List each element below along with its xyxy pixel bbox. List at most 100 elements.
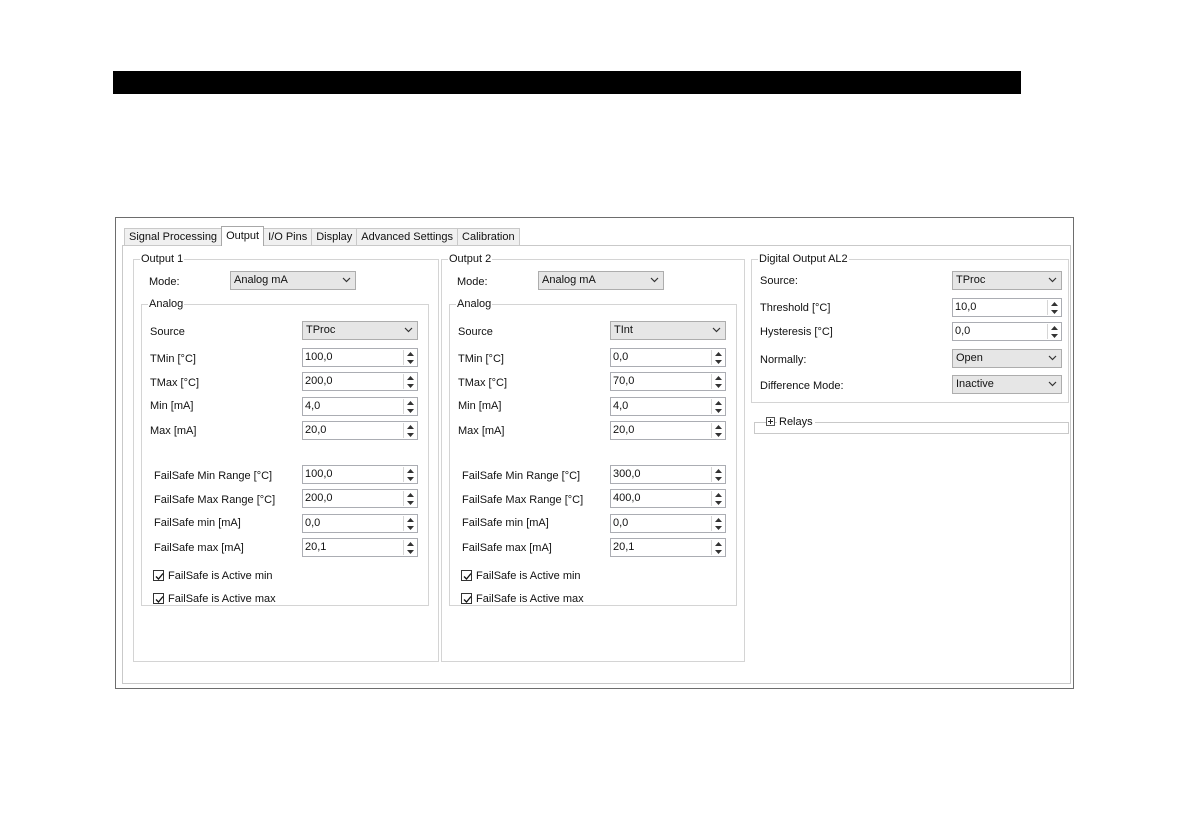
digital-threshold-label: Threshold [°C]	[760, 302, 831, 314]
spin-down-icon[interactable]	[404, 407, 416, 414]
digital-normally-select[interactable]: Open	[952, 349, 1062, 368]
spin-up-icon[interactable]	[712, 491, 724, 498]
spin-up-icon[interactable]	[712, 423, 724, 430]
tab-signal-processing[interactable]: Signal Processing	[124, 228, 223, 246]
output2-mode-value: Analog mA	[542, 274, 596, 286]
spin-up-icon[interactable]	[712, 540, 724, 547]
spin-down-icon[interactable]	[404, 358, 416, 365]
spin-down-icon[interactable]	[404, 524, 416, 531]
output2-mode-select[interactable]: Analog mA	[538, 271, 664, 290]
chevron-down-icon	[342, 277, 351, 283]
tab-io-pins[interactable]: I/O Pins	[263, 228, 313, 246]
spin-down-icon[interactable]	[712, 475, 724, 482]
tab-calibration[interactable]: Calibration	[457, 228, 520, 246]
tab-advanced-settings[interactable]: Advanced Settings	[356, 228, 459, 246]
spin-up-icon[interactable]	[1048, 300, 1060, 307]
output1-fs-active-max-checkbox[interactable]	[153, 593, 164, 604]
digital-diffmode-select[interactable]: Inactive	[952, 375, 1062, 394]
output1-mode-select[interactable]: Analog mA	[230, 271, 356, 290]
spin-down-icon[interactable]	[1048, 332, 1060, 339]
output1-tmax-spinbox[interactable]: 200,0	[302, 372, 418, 391]
output2-tmin-spinbox[interactable]: 0,0	[610, 348, 726, 367]
output2-min-label: Min [mA]	[458, 400, 502, 412]
output1-fs-max-label: FailSafe max [mA]	[154, 542, 244, 554]
spin-up-icon[interactable]	[404, 350, 416, 357]
relays-label[interactable]: Relays	[777, 415, 815, 429]
spin-up-icon[interactable]	[1048, 324, 1060, 331]
tab-display[interactable]: Display	[311, 228, 358, 246]
spin-up-icon[interactable]	[712, 374, 724, 381]
output2-fs-active-min-checkbox[interactable]	[461, 570, 472, 581]
output2-tmax-spinbox[interactable]: 70,0	[610, 372, 726, 391]
output1-mode-value: Analog mA	[234, 274, 288, 286]
spin-up-icon[interactable]	[404, 423, 416, 430]
output1-fs-min-spinbox[interactable]: 0,0	[302, 514, 418, 533]
spin-down-icon[interactable]	[1048, 308, 1060, 315]
title-bar	[113, 71, 1021, 94]
digital-diffmode-value: Inactive	[956, 378, 994, 390]
output2-fs-min-label: FailSafe min [mA]	[462, 517, 549, 529]
spin-up-icon[interactable]	[404, 516, 416, 523]
spin-up-icon[interactable]	[712, 399, 724, 406]
output2-fs-max-value: 20,1	[613, 541, 635, 553]
checkmark-icon	[463, 573, 472, 580]
output2-fs-max-range-spinbox[interactable]: 400,0	[610, 489, 726, 508]
output1-tmin-spinbox[interactable]: 100,0	[302, 348, 418, 367]
spin-down-icon[interactable]	[712, 382, 724, 389]
spin-up-icon[interactable]	[712, 350, 724, 357]
output2-fs-min-spinbox[interactable]: 0,0	[610, 514, 726, 533]
output1-tmin-value: 100,0	[305, 351, 333, 363]
spin-down-icon[interactable]	[404, 475, 416, 482]
spin-down-icon[interactable]	[712, 358, 724, 365]
output1-fs-max-range-spinbox[interactable]: 200,0	[302, 489, 418, 508]
spin-down-icon[interactable]	[712, 431, 724, 438]
output1-fs-active-min-checkbox[interactable]	[153, 570, 164, 581]
output1-fs-active-max-label[interactable]: FailSafe is Active max	[168, 592, 276, 606]
spin-down-icon[interactable]	[404, 499, 416, 506]
output1-fs-max-range-value: 200,0	[305, 492, 333, 504]
spin-down-icon[interactable]	[712, 407, 724, 414]
output1-max-spinbox[interactable]: 20,0	[302, 421, 418, 440]
output2-fs-max-label: FailSafe max [mA]	[462, 542, 552, 554]
output2-fs-min-range-spinbox[interactable]: 300,0	[610, 465, 726, 484]
spin-up-icon[interactable]	[404, 399, 416, 406]
output2-fs-min-range-label: FailSafe Min Range [°C]	[462, 470, 581, 482]
checkmark-icon	[463, 596, 472, 603]
output1-source-select[interactable]: TProc	[302, 321, 418, 340]
spin-down-icon[interactable]	[712, 499, 724, 506]
expand-plus-icon[interactable]	[766, 417, 775, 426]
chevron-down-icon	[1048, 277, 1057, 283]
spin-down-icon[interactable]	[712, 548, 724, 555]
output1-fs-max-spinbox[interactable]: 20,1	[302, 538, 418, 557]
spin-up-icon[interactable]	[712, 516, 724, 523]
output2-fs-max-spinbox[interactable]: 20,1	[610, 538, 726, 557]
spin-up-icon[interactable]	[404, 540, 416, 547]
chevron-down-icon	[404, 327, 413, 333]
output1-fs-active-min-label[interactable]: FailSafe is Active min	[168, 569, 273, 583]
spin-down-icon[interactable]	[404, 548, 416, 555]
tab-output[interactable]: Output	[221, 226, 265, 246]
output2-min-spinbox[interactable]: 4,0	[610, 397, 726, 416]
output1-min-label: Min [mA]	[150, 400, 194, 412]
spin-up-icon[interactable]	[404, 491, 416, 498]
spin-up-icon[interactable]	[404, 374, 416, 381]
output2-source-select[interactable]: TInt	[610, 321, 726, 340]
digital-source-select[interactable]: TProc	[952, 271, 1062, 290]
spin-down-icon[interactable]	[712, 524, 724, 531]
output1-fs-min-range-spinbox[interactable]: 100,0	[302, 465, 418, 484]
spin-down-icon[interactable]	[404, 382, 416, 389]
output1-min-spinbox[interactable]: 4,0	[302, 397, 418, 416]
digital-threshold-spinbox[interactable]: 10,0	[952, 298, 1062, 317]
output1-title: Output 1	[141, 253, 184, 265]
spin-down-icon[interactable]	[404, 431, 416, 438]
spin-up-icon[interactable]	[712, 467, 724, 474]
digital-output-title: Digital Output AL2	[759, 253, 848, 265]
output2-fs-active-max-checkbox[interactable]	[461, 593, 472, 604]
output2-fs-active-max-label[interactable]: FailSafe is Active max	[476, 592, 584, 606]
output1-source-value: TProc	[306, 324, 336, 336]
output2-fs-active-min-label[interactable]: FailSafe is Active min	[476, 569, 581, 583]
output2-max-spinbox[interactable]: 20,0	[610, 421, 726, 440]
digital-hysteresis-spinbox[interactable]: 0,0	[952, 322, 1062, 341]
output1-fs-max-value: 20,1	[305, 541, 327, 553]
spin-up-icon[interactable]	[404, 467, 416, 474]
